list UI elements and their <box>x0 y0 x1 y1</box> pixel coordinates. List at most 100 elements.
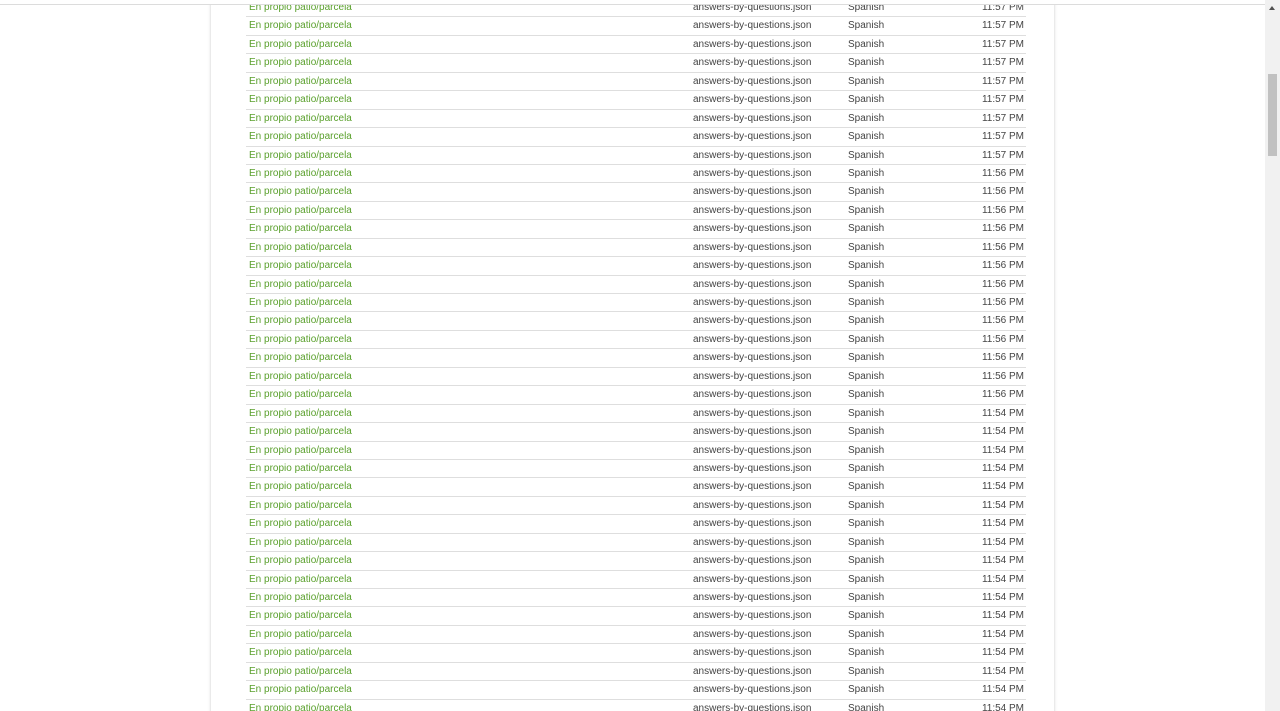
table-row: En propio patio/parcela answers-by-questi… <box>246 349 1026 368</box>
source-file: answers-by-questions.json <box>693 481 812 493</box>
source-file: answers-by-questions.json <box>693 167 812 179</box>
source-file: answers-by-questions.json <box>693 573 812 585</box>
table-row: En propio patio/parcela answers-by-questi… <box>246 589 1026 608</box>
source-file: answers-by-questions.json <box>693 592 812 603</box>
answer-link[interactable]: En propio patio/parcela <box>249 73 352 91</box>
timestamp: 11:56 PM <box>981 297 1024 308</box>
source-file: answers-by-questions.json <box>693 426 812 438</box>
source-file: answers-by-questions.json <box>693 315 812 327</box>
timestamp: 11:56 PM <box>981 186 1024 198</box>
answer-link[interactable]: En propio patio/parcela <box>249 239 352 257</box>
answer-link[interactable]: En propio patio/parcela <box>249 128 352 146</box>
timestamp: 11:56 PM <box>981 370 1024 382</box>
answer-link[interactable]: En propio patio/parcela <box>249 478 352 496</box>
answer-link[interactable]: En propio patio/parcela <box>249 147 352 165</box>
answer-link[interactable]: En propio patio/parcela <box>249 534 352 552</box>
timestamp: 11:57 PM <box>981 38 1024 50</box>
timestamp: 11:57 PM <box>981 149 1024 161</box>
language-label: Spanish <box>848 518 885 530</box>
table-row: En propio patio/parcela answers-by-questi… <box>246 497 1026 516</box>
table-row: En propio patio/parcela answers-by-questi… <box>246 202 1026 221</box>
timestamp: 11:54 PM <box>981 628 1024 640</box>
timestamp: 11:54 PM <box>981 407 1024 419</box>
language-label: Spanish <box>848 20 885 32</box>
table-row: En propio patio/parcela answers-by-questi… <box>246 276 1026 294</box>
answer-link[interactable]: En propio patio/parcela <box>249 423 352 441</box>
language-label: Spanish <box>848 297 885 308</box>
source-file: answers-by-questions.json <box>693 204 812 216</box>
timestamp: 11:57 PM <box>981 20 1024 32</box>
language-label: Spanish <box>848 555 885 567</box>
table-row: En propio patio/parcela answers-by-questi… <box>246 147 1026 165</box>
source-file: answers-by-questions.json <box>693 297 812 308</box>
language-label: Spanish <box>848 426 885 438</box>
answer-link[interactable]: En propio patio/parcela <box>249 552 352 570</box>
table-row: En propio patio/parcela answers-by-questi… <box>246 220 1026 239</box>
answer-link[interactable]: En propio patio/parcela <box>249 589 352 607</box>
answer-link[interactable]: En propio patio/parcela <box>249 644 352 662</box>
timestamp: 11:57 PM <box>981 112 1024 124</box>
language-label: Spanish <box>848 186 885 198</box>
answer-link[interactable]: En propio patio/parcela <box>249 110 352 128</box>
language-label: Spanish <box>848 278 885 290</box>
table-row: En propio patio/parcela answers-by-questi… <box>246 110 1026 129</box>
timestamp: 11:54 PM <box>981 702 1024 711</box>
answer-link[interactable]: En propio patio/parcela <box>249 257 352 275</box>
answer-link[interactable]: En propio patio/parcela <box>249 220 352 238</box>
answer-link[interactable]: En propio patio/parcela <box>249 294 352 312</box>
source-file: answers-by-questions.json <box>693 278 812 290</box>
answer-link[interactable]: En propio patio/parcela <box>249 386 352 404</box>
answer-link[interactable]: En propio patio/parcela <box>249 202 352 220</box>
answer-link[interactable]: En propio patio/parcela <box>249 91 352 109</box>
timestamp: 11:54 PM <box>981 592 1024 603</box>
table-row: En propio patio/parcela answers-by-questi… <box>246 128 1026 147</box>
answer-link[interactable]: En propio patio/parcela <box>249 331 352 349</box>
answer-link[interactable]: En propio patio/parcela <box>249 36 352 54</box>
source-file: answers-by-questions.json <box>693 628 812 640</box>
answer-link[interactable]: En propio patio/parcela <box>249 312 352 330</box>
source-file: answers-by-questions.json <box>693 260 812 272</box>
answer-link[interactable]: En propio patio/parcela <box>249 54 352 72</box>
answer-link[interactable]: En propio patio/parcela <box>249 497 352 515</box>
answer-link[interactable]: En propio patio/parcela <box>249 515 352 533</box>
answer-link[interactable]: En propio patio/parcela <box>249 165 352 183</box>
answer-link[interactable]: En propio patio/parcela <box>249 663 352 681</box>
timestamp: 11:54 PM <box>981 499 1024 511</box>
language-label: Spanish <box>848 204 885 216</box>
answer-link[interactable]: En propio patio/parcela <box>249 460 352 478</box>
language-label: Spanish <box>848 536 885 548</box>
language-label: Spanish <box>848 592 885 603</box>
timestamp: 11:54 PM <box>981 481 1024 493</box>
vertical-scrollbar[interactable] <box>1265 0 1280 711</box>
timestamp: 11:54 PM <box>981 610 1024 622</box>
answer-link[interactable]: En propio patio/parcela <box>249 681 352 699</box>
timestamp: 11:57 PM <box>981 57 1024 69</box>
table-row: En propio patio/parcela answers-by-questi… <box>246 626 1026 645</box>
answer-link[interactable]: En propio patio/parcela <box>249 405 352 423</box>
answer-link[interactable]: En propio patio/parcela <box>249 368 352 386</box>
answer-link[interactable]: En propio patio/parcela <box>249 276 352 294</box>
timestamp: 11:54 PM <box>981 573 1024 585</box>
source-file: answers-by-questions.json <box>693 684 812 696</box>
source-file: answers-by-questions.json <box>693 112 812 124</box>
table-row: En propio patio/parcela answers-by-questi… <box>246 534 1026 553</box>
scroll-up-arrow-icon[interactable] <box>1265 0 1280 15</box>
source-file: answers-by-questions.json <box>693 333 812 345</box>
language-label: Spanish <box>848 112 885 124</box>
answer-link[interactable]: En propio patio/parcela <box>249 442 352 460</box>
source-file: answers-by-questions.json <box>693 444 812 456</box>
answer-link[interactable]: En propio patio/parcela <box>249 17 352 35</box>
source-file: answers-by-questions.json <box>693 518 812 530</box>
answers-list: En propio patio/parcela answers-by-questi… <box>246 0 1026 711</box>
answer-link[interactable]: En propio patio/parcela <box>249 571 352 589</box>
scroll-thumb[interactable] <box>1268 74 1277 156</box>
timestamp: 11:54 PM <box>981 555 1024 567</box>
timestamp: 11:54 PM <box>981 647 1024 659</box>
language-label: Spanish <box>848 131 885 143</box>
answer-link[interactable]: En propio patio/parcela <box>249 626 352 644</box>
language-label: Spanish <box>848 647 885 659</box>
answer-link[interactable]: En propio patio/parcela <box>249 700 352 711</box>
answer-link[interactable]: En propio patio/parcela <box>249 183 352 201</box>
answer-link[interactable]: En propio patio/parcela <box>249 607 352 625</box>
answer-link[interactable]: En propio patio/parcela <box>249 349 352 367</box>
